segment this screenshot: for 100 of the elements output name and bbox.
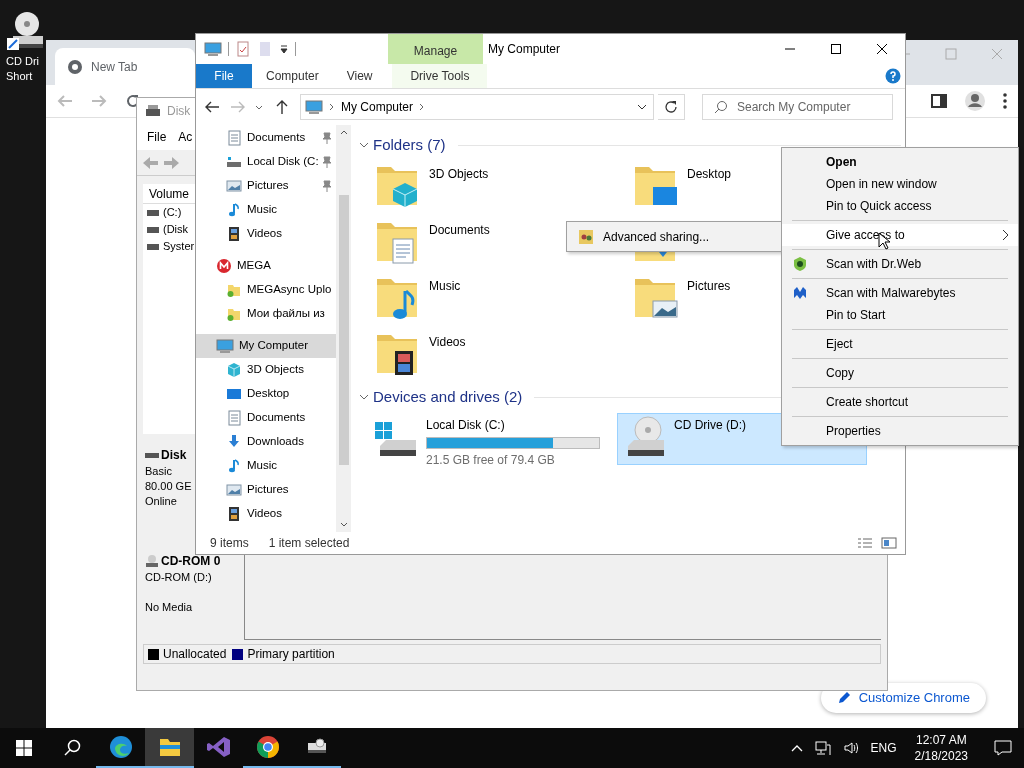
nav-item[interactable]: 3D Objects bbox=[196, 358, 336, 382]
properties-icon[interactable] bbox=[235, 41, 251, 57]
volume-icon bbox=[147, 209, 159, 216]
chevron-down-icon[interactable] bbox=[359, 141, 369, 149]
volume-icon[interactable] bbox=[842, 740, 859, 756]
nav-item[interactable]: MEGA bbox=[196, 254, 336, 278]
desktop-icon bbox=[226, 386, 242, 402]
folder-name[interactable]: Documents bbox=[429, 221, 490, 239]
computer-icon[interactable] bbox=[204, 41, 222, 57]
menu-item[interactable]: Scan with Dr.Web bbox=[782, 253, 1018, 275]
chevron-down-icon bbox=[637, 102, 648, 112]
refresh-button[interactable] bbox=[658, 94, 685, 120]
nav-item[interactable]: Documents bbox=[196, 406, 336, 430]
help-icon[interactable] bbox=[885, 68, 901, 84]
tab-title: New Tab bbox=[91, 58, 138, 76]
nav-item[interactable]: Pictures bbox=[196, 478, 336, 502]
volume-name[interactable]: Syster bbox=[163, 238, 195, 255]
ribbon-tab[interactable]: File bbox=[196, 64, 252, 88]
legend-label: Primary partition bbox=[247, 646, 335, 663]
close-icon bbox=[877, 44, 887, 54]
menu-item[interactable]: Create shortcut bbox=[782, 391, 1018, 413]
menu-icon[interactable] bbox=[1002, 92, 1008, 110]
status-text: 1 item selected bbox=[268, 535, 350, 552]
maximize-icon bbox=[831, 44, 841, 54]
menu-item[interactable]: Open in new window bbox=[782, 173, 1018, 195]
nav-item[interactable]: Downloads bbox=[196, 430, 336, 454]
people-icon bbox=[579, 229, 593, 244]
group-header[interactable]: Folders (7) bbox=[373, 133, 446, 157]
dropdown-icon[interactable] bbox=[279, 44, 289, 54]
side-panel-icon[interactable] bbox=[930, 92, 948, 110]
folder-name[interactable]: Pictures bbox=[687, 277, 731, 295]
clock-time[interactable]: 12:07 AM bbox=[915, 732, 967, 748]
network-icon[interactable] bbox=[814, 740, 831, 756]
nav-item[interactable]: Music bbox=[196, 454, 336, 478]
pin-icon bbox=[322, 180, 332, 192]
icon-label: CD Dri bbox=[6, 54, 39, 69]
menu-item[interactable]: Ac bbox=[178, 128, 193, 146]
menu-item[interactable]: File bbox=[147, 128, 167, 146]
ribbon-tab[interactable]: Computer bbox=[252, 64, 333, 88]
chrome-logo-icon bbox=[255, 735, 280, 759]
status-text: 9 items bbox=[210, 535, 249, 552]
synced-folder-icon bbox=[226, 306, 242, 322]
menu-item[interactable]: Copy bbox=[782, 362, 1018, 384]
menu-item[interactable]: Open bbox=[782, 151, 1018, 173]
volume-name[interactable]: (C:) bbox=[163, 204, 182, 221]
disk-info: 80.00 GE bbox=[145, 479, 192, 494]
group-header[interactable]: Devices and drives (2) bbox=[373, 385, 523, 409]
notification-icon[interactable] bbox=[994, 739, 1012, 757]
nav-item[interactable]: Local Disk (C: bbox=[196, 150, 336, 174]
nav-item[interactable]: Music bbox=[196, 198, 336, 222]
drive-name[interactable]: Local Disk (C:) bbox=[426, 416, 505, 434]
film-icon bbox=[226, 226, 242, 242]
mega-icon bbox=[216, 258, 232, 274]
browser-tab[interactable]: New Tab bbox=[55, 48, 195, 85]
nav-item[interactable]: MEGAsync Uplo bbox=[196, 278, 336, 302]
spider-icon bbox=[792, 256, 808, 272]
icon-label: Short bbox=[6, 69, 33, 84]
scrollbar[interactable] bbox=[336, 125, 351, 532]
music-note-icon bbox=[226, 202, 242, 218]
up-arrow-icon[interactable] bbox=[274, 99, 290, 115]
contextual-tab-group[interactable]: Manage bbox=[388, 34, 483, 64]
menu-item[interactable]: Pin to Quick access bbox=[782, 195, 1018, 217]
menu-item[interactable]: Scan with Malwarebytes bbox=[782, 282, 1018, 304]
clock-date[interactable]: 2/18/2023 bbox=[914, 748, 968, 764]
cd-drive-icon bbox=[145, 554, 159, 568]
picture-icon bbox=[226, 482, 242, 498]
folder-name[interactable]: Desktop bbox=[687, 165, 732, 183]
volume-icon bbox=[147, 226, 159, 233]
ribbon-tab[interactable]: Drive Tools bbox=[392, 64, 488, 88]
nav-item[interactable]: Desktop bbox=[196, 382, 336, 406]
nav-item[interactable]: Мои файлы из bbox=[196, 302, 336, 326]
windows-start-icon[interactable] bbox=[16, 740, 32, 756]
disk-management-icon bbox=[145, 104, 161, 118]
back-arrow-icon[interactable] bbox=[204, 99, 220, 115]
profile-icon[interactable] bbox=[964, 90, 986, 112]
menu-item[interactable]: Eject bbox=[782, 333, 1018, 355]
nav-item[interactable]: Videos bbox=[196, 222, 336, 246]
refresh-icon bbox=[664, 100, 679, 114]
tiles-view-icon[interactable] bbox=[881, 537, 897, 549]
disk-info: No Media bbox=[145, 600, 193, 615]
search-field[interactable]: Search My Computer bbox=[702, 94, 893, 120]
nav-item[interactable]: Documents bbox=[196, 126, 336, 150]
folder-name[interactable]: 3D Objects bbox=[429, 165, 489, 183]
folder-name[interactable]: Music bbox=[429, 277, 461, 295]
language-indicator[interactable]: ENG bbox=[870, 739, 897, 757]
ribbon-tab[interactable]: View bbox=[332, 64, 387, 88]
search-icon bbox=[714, 100, 728, 114]
nav-item[interactable]: Videos bbox=[196, 502, 336, 526]
chevron-up-icon[interactable] bbox=[790, 744, 803, 752]
computer-icon bbox=[305, 99, 323, 115]
chevron-down-icon[interactable] bbox=[359, 393, 369, 401]
volume-name[interactable]: (Disk bbox=[163, 221, 189, 238]
address-bar[interactable]: My Computer bbox=[300, 94, 655, 120]
menu-item[interactable]: Pin to Start bbox=[782, 304, 1018, 326]
drive-name[interactable]: CD Drive (D:) bbox=[674, 416, 746, 434]
search-icon[interactable] bbox=[63, 739, 81, 757]
nav-item[interactable]: My Computer bbox=[196, 334, 336, 358]
nav-item[interactable]: Pictures bbox=[196, 174, 336, 198]
taskbar-button[interactable] bbox=[145, 728, 194, 768]
folder-name[interactable]: Videos bbox=[429, 333, 466, 351]
